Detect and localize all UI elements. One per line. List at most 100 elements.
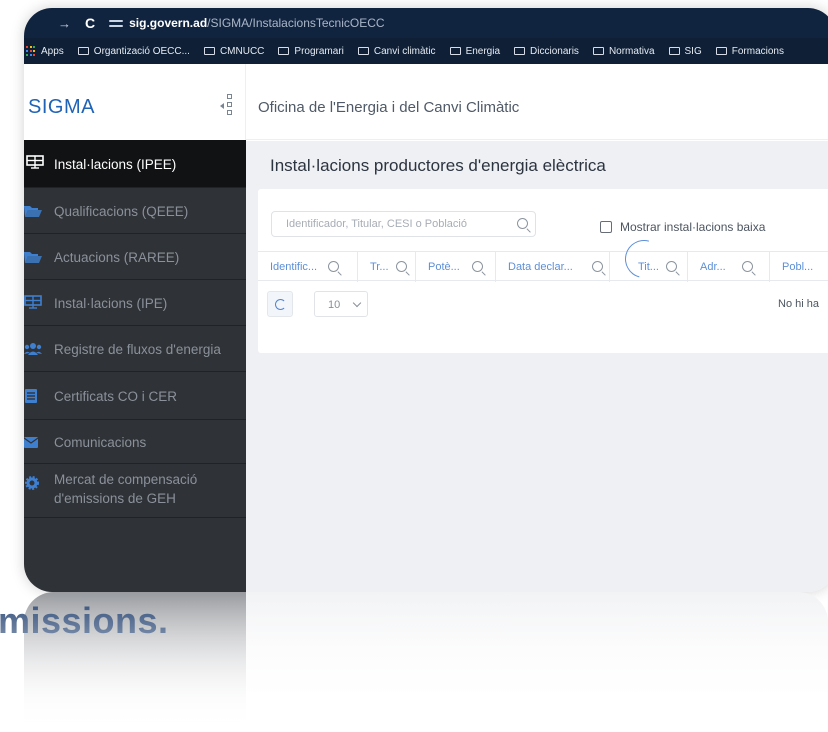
- folder-icon: [203, 47, 215, 55]
- gear-icon: [25, 476, 39, 490]
- bookmark-folder[interactable]: Diccionaris: [514, 46, 579, 57]
- apps-grid-icon: [26, 46, 36, 56]
- folder-icon: [278, 47, 290, 55]
- chevron-down-icon: [352, 298, 362, 308]
- folder-icon: [668, 47, 680, 55]
- envelope-icon: [24, 437, 39, 448]
- url-path[interactable]: /SIGMA/InstalacionsTecnicOECC: [207, 16, 384, 30]
- column-header[interactable]: Potè...: [416, 252, 496, 282]
- refresh-icon: [275, 299, 286, 310]
- sidebar-item-label: Qualificacions (QEEE): [54, 204, 189, 219]
- sidebar-item-label: Actuacions (RAREE): [54, 250, 180, 265]
- show-low-label[interactable]: Mostrar instal·lacions baixa: [620, 220, 765, 234]
- folder-open-icon: [24, 252, 42, 263]
- bookmark-folder[interactable]: Normativa: [592, 45, 655, 57]
- page-size-value: 10: [328, 299, 341, 311]
- list-icon: [25, 389, 37, 403]
- browser-address-bar: → C sig.govern.ad /SIGMA/InstalacionsTec…: [24, 8, 828, 38]
- bookmark-label: SIG: [684, 45, 702, 57]
- bookmark-folder[interactable]: Organtizació OECC...: [77, 45, 190, 57]
- table-panel: Identificador, Titular, CESI o Població …: [258, 189, 828, 353]
- bookmark-folder[interactable]: Canvi climàtic: [357, 45, 436, 57]
- collapse-sidebar-icon[interactable]: [219, 94, 235, 120]
- sidebar-item-label: Instal·lacions (IPEE): [54, 157, 177, 172]
- screenshot-stage: → C sig.govern.ad /SIGMA/InstalacionsTec…: [0, 0, 828, 732]
- sidebar-header: SIGMA: [24, 64, 246, 140]
- bookmark-folder[interactable]: SIG: [668, 45, 702, 57]
- brand-logo[interactable]: SIGMA: [28, 96, 95, 119]
- column-header[interactable]: Data declar...: [496, 252, 610, 282]
- bookmark-folder[interactable]: Energia: [449, 45, 501, 57]
- forward-arrow-icon[interactable]: →: [58, 16, 71, 31]
- bookmark-label: Diccionaris: [530, 45, 579, 57]
- sidebar-item-instalacions-ipe[interactable]: Instal·lacions (IPE): [24, 280, 246, 326]
- search-icon[interactable]: [592, 261, 603, 272]
- app-window: → C sig.govern.ad /SIGMA/InstalacionsTec…: [24, 8, 828, 592]
- caption-text: missions.: [0, 600, 169, 641]
- bookmark-label: Programari: [294, 45, 344, 57]
- sidebar-item-label: Mercat de compensació d'emissions de GEH: [54, 472, 198, 506]
- bookmark-label: Formacions: [731, 45, 784, 57]
- top-bar: Oficina de l'Energia i del Canvi Climàti…: [246, 64, 828, 140]
- solar-panel-icon: [26, 155, 44, 169]
- folder-open-icon: [24, 206, 42, 217]
- bookmark-label: Normativa: [608, 45, 655, 57]
- bookmark-label: Energia: [465, 45, 501, 57]
- bookmark-label: Apps: [41, 45, 64, 57]
- column-header[interactable]: Adr...: [688, 252, 770, 282]
- sidebar-item-certificats[interactable]: Certificats CO i CER: [24, 372, 246, 420]
- sidebar-item-registre-fluxos[interactable]: Registre de fluxos d'energia: [24, 326, 246, 372]
- reload-icon[interactable]: C: [85, 15, 95, 31]
- column-label: Tr...: [370, 261, 389, 273]
- search-icon[interactable]: [396, 261, 407, 272]
- column-header[interactable]: Identific...: [258, 252, 358, 282]
- show-low-checkbox[interactable]: [600, 221, 612, 233]
- sidebar-item-label: Certificats CO i CER: [54, 389, 178, 404]
- sidebar-item-comunicacions[interactable]: Comunicacions: [24, 420, 246, 464]
- site-settings-icon[interactable]: [109, 18, 124, 28]
- sidebar-item-mercat-compensacio[interactable]: Mercat de compensació d'emissions de GEH: [24, 464, 246, 518]
- bookmark-folder[interactable]: Formacions: [715, 45, 784, 57]
- folder-icon: [715, 47, 727, 55]
- column-header[interactable]: Tr...: [358, 252, 416, 282]
- column-label: Pobl...: [782, 261, 814, 273]
- sidebar-item-label: Comunicacions: [54, 435, 147, 450]
- bookmark-apps[interactable]: Apps: [26, 46, 64, 57]
- column-label: Identific...: [270, 261, 318, 273]
- page-size-select[interactable]: 10: [314, 291, 368, 317]
- column-label: Adr...: [700, 261, 726, 273]
- folder-icon: [449, 47, 461, 55]
- sidebar-item-qualificacions[interactable]: Qualificacions (QEEE): [24, 188, 246, 234]
- bookmark-folder[interactable]: Programari: [278, 45, 344, 57]
- search-icon[interactable]: [742, 261, 753, 272]
- search-icon[interactable]: [472, 261, 483, 272]
- folder-icon: [592, 47, 604, 55]
- users-icon: [24, 343, 42, 355]
- column-label: Potè...: [428, 261, 460, 273]
- search-icon[interactable]: [666, 261, 677, 272]
- empty-table-message: No hi ha: [778, 298, 819, 310]
- sidebar-item-label: Registre de fluxos d'energia: [54, 342, 221, 357]
- folder-icon: [514, 47, 526, 55]
- page-title: Instal·lacions productores d'energia elè…: [270, 156, 606, 175]
- sidebar-item-instalacions-ipee[interactable]: Instal·lacions (IPEE): [24, 140, 246, 188]
- bookmark-label: CMNUCC: [219, 45, 265, 57]
- column-label: Data declar...: [508, 261, 573, 273]
- folder-icon: [357, 47, 369, 55]
- sidebar-item-label: Instal·lacions (IPE): [54, 296, 168, 311]
- bookmark-label: Organtizació OECC...: [93, 45, 190, 57]
- search-icon[interactable]: [517, 218, 528, 229]
- url-host[interactable]: sig.govern.ad: [129, 16, 207, 30]
- sidebar-item-actuacions[interactable]: Actuacions (RAREE): [24, 234, 246, 280]
- folder-icon: [77, 47, 89, 55]
- refresh-button[interactable]: [267, 291, 293, 317]
- sidebar: Instal·lacions (IPEE) Qualificacions (QE…: [24, 140, 246, 592]
- search-icon[interactable]: [328, 261, 339, 272]
- table-header-row: Identific... Tr... Potè... Data declar..…: [258, 233, 828, 285]
- caption-reflection: missions.: [0, 592, 828, 682]
- solar-panel-icon: [24, 295, 42, 309]
- search-input[interactable]: Identificador, Titular, CESI o Població: [271, 211, 536, 237]
- bookmark-folder[interactable]: CMNUCC: [203, 45, 265, 57]
- column-header[interactable]: Pobl...: [770, 252, 828, 282]
- bookmark-label: Canvi climàtic: [373, 45, 436, 57]
